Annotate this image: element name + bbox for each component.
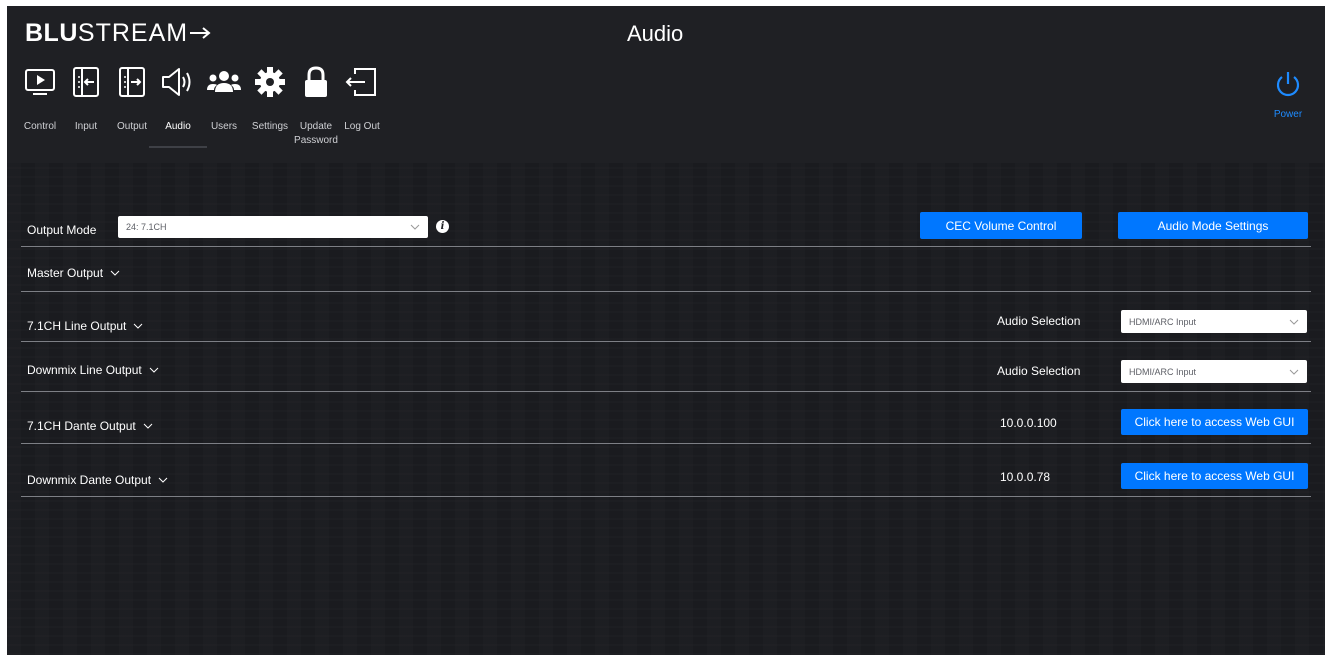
dante-downmix-text: Downmix Dante Output (27, 473, 152, 487)
dante-downmix-row: Downmix Dante Output 10.0.0.78 Click her… (21, 443, 1311, 497)
gear-icon (250, 62, 290, 102)
chevron-down-icon (1289, 319, 1299, 325)
page-title: Audio (627, 21, 684, 46)
chevron-down-icon (158, 477, 168, 483)
dante-71-web-gui-button[interactable]: Click here to access Web GUI (1121, 409, 1308, 435)
output-icon (112, 62, 152, 102)
nav-label: Users (210, 121, 238, 132)
audio-mode-settings-button[interactable]: Audio Mode Settings (1118, 212, 1308, 239)
logo-bold: BLU (25, 18, 78, 47)
chevron-down-icon (149, 367, 159, 373)
audio-selection-label: Audio Selection (997, 314, 1081, 328)
info-icon[interactable]: i (436, 220, 449, 233)
output-mode-row: Output Mode 24: 7.1CH i CEC Volume Contr… (21, 209, 1311, 247)
dante-71-row: 7.1CH Dante Output 10.0.0.100 Click here… (21, 391, 1311, 444)
logo-rest: STREAM (77, 18, 189, 47)
nav-control[interactable]: Control (17, 62, 63, 156)
power-label: Power (1273, 109, 1303, 120)
power-button[interactable]: Power (1263, 69, 1313, 120)
chevron-down-icon (134, 323, 143, 329)
chevron-down-icon (410, 224, 420, 230)
chevron-down-icon (110, 270, 120, 276)
dante-71-ip: 10.0.0.100 (1000, 416, 1057, 430)
nav-label: Control (23, 121, 57, 132)
master-output-text: Master Output (27, 266, 104, 280)
dante-downmix-web-gui-button[interactable]: Click here to access Web GUI (1121, 463, 1308, 489)
line-downmix-text: Downmix Line Output (27, 363, 142, 377)
nav-label: Log Out (344, 121, 380, 132)
dante-71-text: 7.1CH Dante Output (27, 419, 136, 433)
nav-users[interactable]: Users (201, 62, 247, 156)
lock-icon (296, 62, 336, 102)
master-output-label: Master Output (27, 266, 120, 280)
nav-label: Settings (251, 121, 289, 132)
output-mode-label: Output Mode (27, 223, 97, 237)
audio-selection-label: Audio Selection (997, 364, 1081, 378)
line-71-audio-select[interactable]: HDMI/ARC Input (1121, 310, 1307, 333)
dante-71-label[interactable]: 7.1CH Dante Output (27, 419, 153, 433)
chevron-down-icon (1289, 369, 1299, 375)
line-downmix-audio-value: HDMI/ARC Input (1129, 366, 1197, 377)
nav-audio[interactable]: Audio (149, 62, 207, 156)
users-icon (204, 62, 244, 102)
output-mode-value: 24: 7.1CH (126, 222, 167, 232)
input-icon (66, 62, 106, 102)
blustream-logo: BLU STREAM (25, 18, 212, 48)
app-window: BLU STREAM Audio Control Input Output Au… (7, 6, 1325, 655)
logo-arrow-icon (190, 27, 211, 39)
chevron-down-icon (143, 423, 153, 429)
cec-volume-control-button[interactable]: CEC Volume Control (920, 212, 1082, 239)
speaker-icon (158, 62, 198, 102)
line-downmix-audio-select[interactable]: HDMI/ARC Input (1121, 360, 1307, 383)
power-icon (1276, 72, 1300, 97)
line-71-text: 7.1CH Line Output (27, 319, 127, 333)
display-icon (20, 62, 60, 102)
line-71-row: 7.1CH Line Output Audio Selection HDMI/A… (21, 291, 1311, 342)
nav-label: Input (74, 121, 98, 132)
master-output-row[interactable]: Master Output (21, 246, 1311, 292)
logout-icon (342, 62, 382, 102)
nav-label: Output (116, 121, 148, 132)
line-downmix-row: Downmix Line Output Audio Selection HDMI… (21, 341, 1311, 392)
dante-downmix-ip: 10.0.0.78 (1000, 470, 1051, 484)
output-mode-select[interactable]: 24: 7.1CH (118, 216, 428, 238)
nav-output[interactable]: Output (109, 62, 155, 156)
dante-downmix-label[interactable]: Downmix Dante Output (27, 473, 168, 487)
nav-log-out[interactable]: Log Out (339, 62, 385, 156)
line-71-audio-value: HDMI/ARC Input (1129, 316, 1197, 327)
nav-label: Audio (165, 121, 191, 132)
line-downmix-label[interactable]: Downmix Line Output (27, 363, 159, 377)
nav-input[interactable]: Input (63, 62, 109, 156)
header: BLU STREAM Audio Control Input Output Au… (7, 6, 1325, 163)
line-71-label[interactable]: 7.1CH Line Output (27, 319, 143, 333)
nav-label: Update Password (294, 121, 338, 146)
main-nav: Control Input Output Audio Users Setting… (17, 62, 385, 156)
nav-settings[interactable]: Settings (247, 62, 293, 156)
nav-update-password[interactable]: Update Password (293, 62, 339, 156)
